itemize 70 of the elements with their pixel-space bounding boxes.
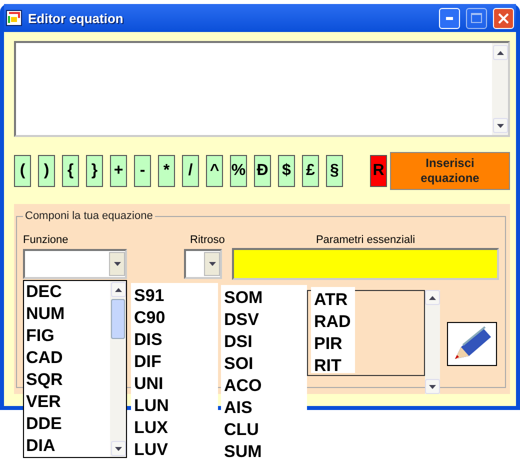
up-arrow-icon	[114, 288, 122, 292]
function-list-item[interactable]: C90	[134, 307, 215, 329]
down-arrow-icon	[208, 262, 216, 266]
function-list-item[interactable]: FIG	[26, 325, 110, 347]
function-list-item[interactable]: LUV	[134, 439, 215, 459]
down-arrow-icon	[114, 446, 122, 450]
down-arrow-icon	[114, 262, 120, 266]
reset-button[interactable]: R	[370, 155, 387, 187]
function-list-item[interactable]: DSV	[224, 309, 304, 331]
function-label: Funzione	[23, 234, 70, 246]
close-button[interactable]	[493, 8, 514, 28]
up-arrow-icon	[429, 296, 436, 300]
function-list-item[interactable]: UNI	[134, 373, 215, 395]
symbol-button[interactable]: /	[182, 155, 199, 187]
app-icon	[6, 10, 22, 26]
ritroso-dropdown[interactable]	[184, 249, 222, 279]
function-list-item[interactable]: DIA	[26, 435, 110, 457]
function-list-item[interactable]: CAD	[26, 347, 110, 369]
function-list-item[interactable]: DIS	[134, 329, 215, 351]
symbol-button[interactable]: Đ	[254, 155, 271, 187]
symbol-button[interactable]: £	[302, 155, 319, 187]
minimize-button[interactable]	[439, 8, 460, 28]
function-dropdown[interactable]	[23, 249, 127, 279]
function-list-item[interactable]: ATR	[314, 289, 352, 311]
down-arrow-icon	[496, 124, 504, 128]
function-list-item[interactable]: LUN	[134, 395, 215, 417]
ritroso-label: Ritroso	[190, 234, 226, 246]
function-list-item[interactable]: NUM	[26, 303, 110, 325]
symbol-button[interactable]: %	[230, 155, 247, 187]
down-arrow-icon	[429, 384, 436, 388]
function-list-item[interactable]: PIR	[314, 333, 352, 355]
equation-text-area[interactable]	[14, 41, 510, 137]
symbol-button[interactable]: {	[62, 155, 79, 187]
maximize-button[interactable]	[466, 8, 487, 28]
symbol-button[interactable]: ^	[206, 155, 223, 187]
function-list-item[interactable]: DDE	[26, 413, 110, 435]
parameters-label: Parametri essenziali	[314, 234, 416, 246]
edit-button[interactable]	[447, 322, 497, 366]
symbol-button[interactable]: *	[158, 155, 175, 187]
symbol-button[interactable]: $	[278, 155, 295, 187]
function-list-item[interactable]: RIT	[314, 355, 352, 377]
maximize-icon	[471, 13, 482, 23]
insert-equation-button[interactable]: Inserisci equazione	[390, 152, 510, 190]
function-list-item[interactable]: SQR	[26, 369, 110, 391]
close-icon	[498, 12, 509, 24]
symbol-button[interactable]: +	[110, 155, 127, 187]
function-list-item[interactable]: VER	[26, 391, 110, 413]
symbol-button[interactable]: }	[86, 155, 103, 187]
function-list-item[interactable]: ACO	[224, 375, 304, 397]
parameters-field[interactable]	[232, 248, 499, 280]
scrollbar-thumb[interactable]	[111, 299, 125, 339]
function-list-item[interactable]: S91	[134, 285, 215, 307]
up-arrow-icon	[496, 50, 504, 54]
function-list-item[interactable]: SUM	[224, 441, 304, 459]
symbol-button[interactable]: §	[326, 155, 343, 187]
function-list-item[interactable]: AIS	[224, 397, 304, 419]
symbol-button[interactable]: -	[134, 155, 151, 187]
function-list-item[interactable]: RAD	[314, 311, 352, 333]
minimize-icon	[446, 16, 453, 20]
symbol-button[interactable]: (	[14, 155, 31, 187]
function-list-item[interactable]: DIF	[134, 351, 215, 373]
symbol-button[interactable]: )	[38, 155, 55, 187]
group-title: Componi la tua equazione	[24, 210, 154, 222]
function-list-item[interactable]: SOM	[224, 287, 304, 309]
function-list-item[interactable]: SOI	[224, 353, 304, 375]
function-list-item[interactable]: DEC	[26, 281, 110, 303]
window-title: Editor equation	[28, 10, 124, 26]
function-list-item[interactable]: LUX	[134, 417, 215, 439]
function-list-item[interactable]: CLU	[224, 419, 304, 441]
function-list-item[interactable]: DSI	[224, 331, 304, 353]
